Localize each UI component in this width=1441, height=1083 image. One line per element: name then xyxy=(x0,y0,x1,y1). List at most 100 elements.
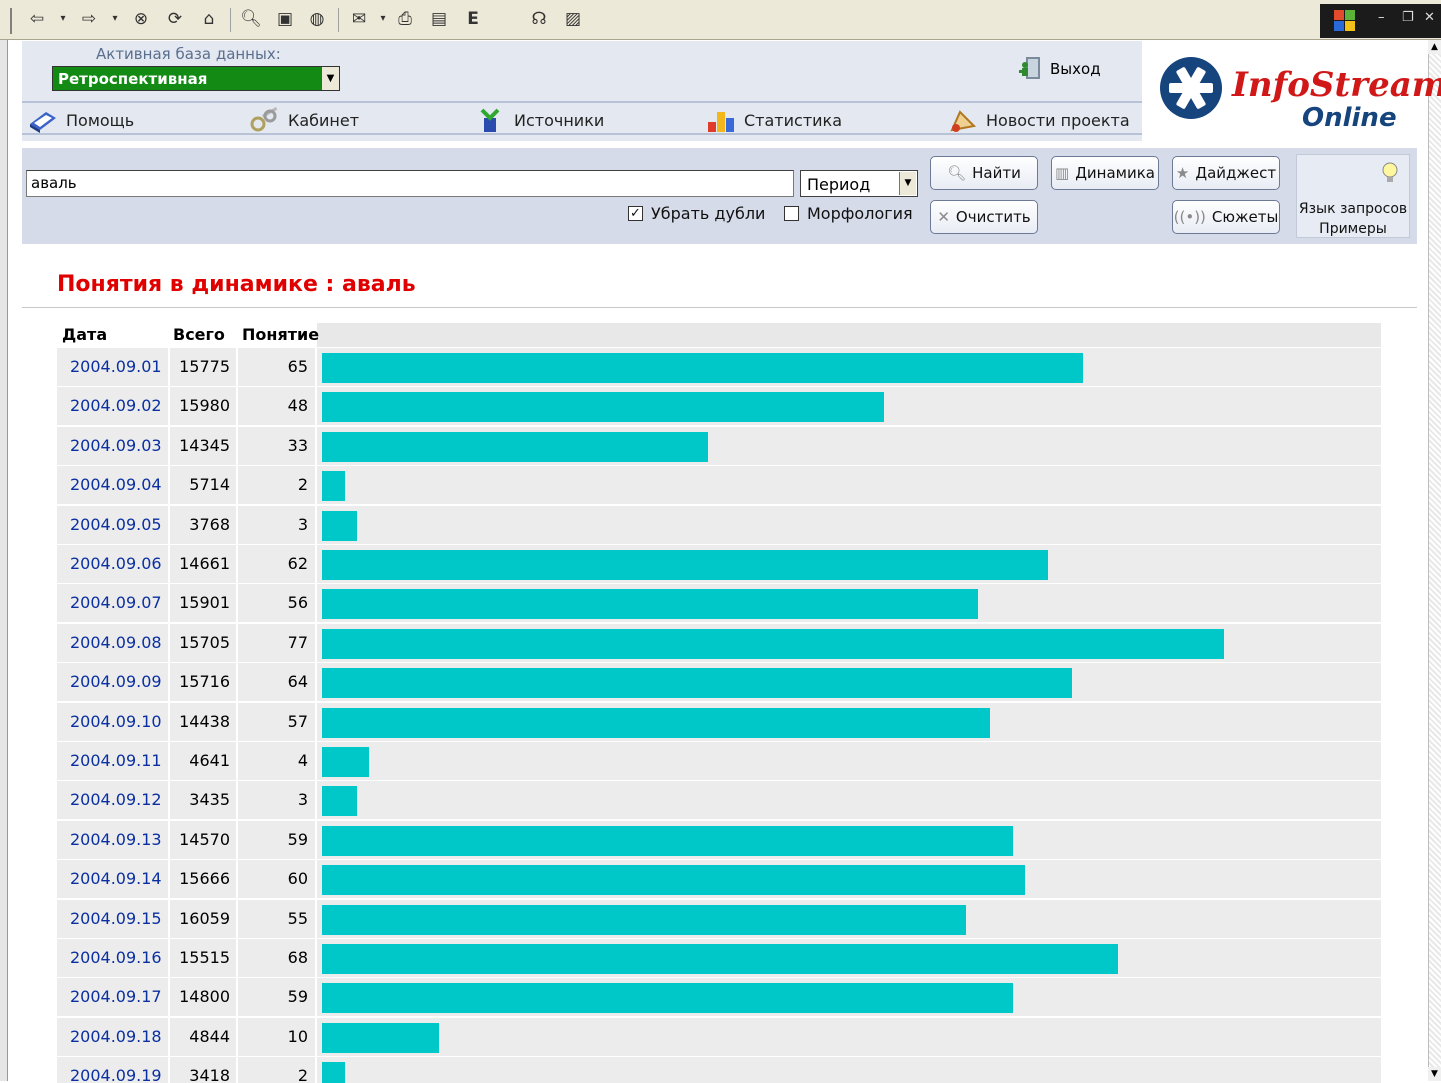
concept-count-cell: 3 xyxy=(238,505,315,544)
concept-count-cell: 68 xyxy=(238,939,315,977)
chevron-down-icon[interactable]: ▼ xyxy=(321,67,339,90)
edit-icon[interactable]: ▤ xyxy=(428,8,450,30)
total-cell: 14438 xyxy=(170,702,236,741)
close-icon[interactable]: ✕ xyxy=(1424,10,1435,25)
remove-duplicates-checkbox[interactable]: ✓ Убрать дубли xyxy=(628,204,765,223)
period-select[interactable]: Период ▼ xyxy=(800,170,918,197)
minimize-icon[interactable]: – xyxy=(1378,10,1385,25)
period-select-value: Период xyxy=(807,175,871,194)
date-link[interactable]: 2004.09.01 xyxy=(57,348,168,386)
nav-statistics[interactable]: Статистика xyxy=(704,106,842,134)
date-link[interactable]: 2004.09.11 xyxy=(57,742,168,780)
home-icon[interactable]: ⌂ xyxy=(198,8,220,30)
clear-button[interactable]: ✕ Очистить xyxy=(930,200,1038,234)
exit-icon xyxy=(1016,55,1044,83)
mail-dropdown-icon[interactable]: ▾ xyxy=(372,8,394,30)
print-icon[interactable]: ⎙ xyxy=(394,8,416,30)
bar-cell xyxy=(317,939,1381,977)
date-link[interactable]: 2004.09.18 xyxy=(57,1017,168,1056)
date-link[interactable]: 2004.09.05 xyxy=(57,505,168,544)
count-bar xyxy=(322,628,1224,659)
date-link[interactable]: 2004.09.07 xyxy=(57,584,168,623)
date-link[interactable]: 2004.09.06 xyxy=(57,545,168,583)
restore-icon[interactable]: ❐ xyxy=(1402,10,1414,25)
date-link[interactable]: 2004.09.08 xyxy=(57,623,168,662)
total-cell: 16059 xyxy=(170,899,236,938)
scroll-up-icon[interactable]: ▲ xyxy=(1428,40,1441,54)
date-link[interactable]: 2004.09.15 xyxy=(57,899,168,938)
date-link[interactable]: 2004.09.10 xyxy=(57,702,168,741)
signal-icon: ((•)) xyxy=(1173,208,1206,226)
concept-count-cell: 59 xyxy=(238,820,315,859)
date-link[interactable]: 2004.09.12 xyxy=(57,781,168,820)
total-cell: 3768 xyxy=(170,505,236,544)
count-bar xyxy=(322,392,885,423)
back-icon[interactable]: ⇦ xyxy=(26,8,48,30)
dynamics-button[interactable]: ▥ Динамика xyxy=(1051,156,1159,190)
discuss-icon[interactable]: E xyxy=(462,8,484,30)
vertical-scrollbar[interactable] xyxy=(1428,40,1441,1081)
stop-icon[interactable]: ⊗ xyxy=(130,8,152,30)
favorites-icon[interactable]: ▣ xyxy=(274,8,296,30)
concept-count-cell: 77 xyxy=(238,623,315,662)
table-row: 2004.09.04 5714 2 xyxy=(57,466,1381,505)
date-link[interactable]: 2004.09.09 xyxy=(57,663,168,702)
bar-cell xyxy=(317,742,1381,780)
total-cell: 4641 xyxy=(170,742,236,780)
date-link[interactable]: 2004.09.04 xyxy=(57,466,168,505)
examples-link[interactable]: Примеры xyxy=(1297,221,1409,237)
main-nav: Помощь Кабинет Источники Статистика Ново… xyxy=(22,101,1142,135)
scroll-down-icon[interactable]: ▼ xyxy=(1428,1067,1441,1081)
bar-cell xyxy=(317,505,1381,544)
exit-button[interactable]: Выход xyxy=(1016,53,1101,85)
chevron-down-icon[interactable]: ▼ xyxy=(899,172,916,195)
query-language-link[interactable]: Язык запросов xyxy=(1297,201,1409,217)
history-icon[interactable]: ◍ xyxy=(306,8,328,30)
morphology-checkbox[interactable]: Морфология xyxy=(784,204,913,223)
stories-button[interactable]: ((•)) Сюжеты xyxy=(1172,200,1280,234)
nav-help[interactable]: Помощь xyxy=(26,106,134,134)
date-link[interactable]: 2004.09.16 xyxy=(57,939,168,977)
nav-news[interactable]: Новости проекта xyxy=(946,106,1130,134)
checkbox-checked-icon[interactable]: ✓ xyxy=(628,206,643,221)
infostream-logo[interactable]: InfoStream Online xyxy=(1142,41,1441,141)
forward-dropdown-icon[interactable]: ▾ xyxy=(104,8,126,30)
database-select[interactable]: Ретроспективная ▼ xyxy=(52,66,340,91)
bar-cell xyxy=(317,820,1381,859)
search-input[interactable]: аваль xyxy=(26,170,794,197)
count-bar xyxy=(322,944,1119,974)
date-link[interactable]: 2004.09.03 xyxy=(57,426,168,465)
bar-cell xyxy=(317,623,1381,662)
date-link[interactable]: 2004.09.02 xyxy=(57,387,168,426)
count-bar xyxy=(322,904,967,935)
total-cell: 14800 xyxy=(170,978,236,1017)
concept-count-cell: 4 xyxy=(238,742,315,780)
date-link[interactable]: 2004.09.17 xyxy=(57,978,168,1017)
search-icon[interactable]: 🔍︎ xyxy=(240,8,262,30)
date-link[interactable]: 2004.09.14 xyxy=(57,860,168,899)
concept-count-cell: 64 xyxy=(238,663,315,702)
nav-sources[interactable]: Источники xyxy=(474,106,604,134)
date-link[interactable]: 2004.09.13 xyxy=(57,820,168,859)
related-icon[interactable]: ▨ xyxy=(562,8,584,30)
count-bar xyxy=(322,510,358,541)
search-icon: 🔍︎ xyxy=(947,164,967,182)
count-bar xyxy=(322,431,709,462)
digest-button[interactable]: ★ Дайджест xyxy=(1172,156,1280,190)
header-date: Дата xyxy=(62,325,108,344)
refresh-icon[interactable]: ⟳ xyxy=(164,8,186,30)
checkbox-unchecked-icon[interactable] xyxy=(784,206,799,221)
count-bar xyxy=(322,747,369,777)
table-row: 2004.09.19 3418 2 xyxy=(57,1057,1381,1083)
forward-icon[interactable]: ⇨ xyxy=(78,8,100,30)
date-link[interactable]: 2004.09.19 xyxy=(57,1057,168,1083)
count-bar xyxy=(322,786,358,817)
nav-cabinet[interactable]: Кабинет xyxy=(248,106,359,134)
browser-toolbar: ⇦ ▾ ⇨ ▾ ⊗ ⟳ ⌂ 🔍︎ ▣ ◍ ✉ ▾ ⎙ ▤ E ☊ ▨ – ❐ ✕ xyxy=(0,0,1441,40)
find-button[interactable]: 🔍︎ Найти xyxy=(930,156,1038,190)
back-dropdown-icon[interactable]: ▾ xyxy=(52,8,74,30)
mail-icon[interactable]: ✉ xyxy=(348,8,370,30)
messenger-icon[interactable]: ☊ xyxy=(528,8,550,30)
table-row: 2004.09.02 15980 48 xyxy=(57,387,1381,426)
left-frame-edge xyxy=(0,40,8,1081)
